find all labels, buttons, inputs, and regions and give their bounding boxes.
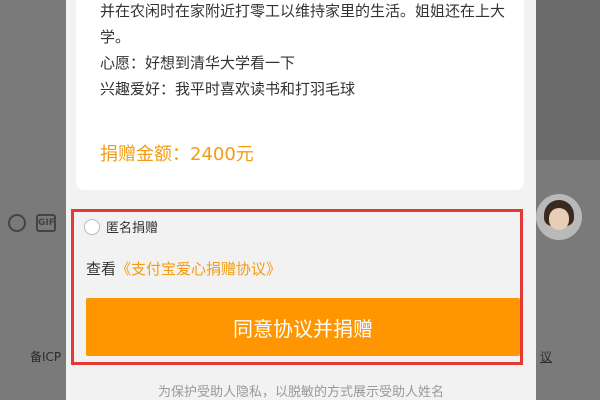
background-footer-right: 议 [540,350,553,364]
agreement-prefix: 查看 [86,260,117,278]
story-line: 并在农闲时在家附近打零工以维持家里的生活。姐姐还在上大 [100,2,506,20]
avatar-face [549,208,569,230]
background-footer-left: 备ICP [30,350,62,364]
story-line: 学。 [100,28,131,46]
agree-and-donate-button[interactable]: 同意协议并捐赠 [86,298,520,356]
donation-amount: 捐赠金额：2400元 [100,144,254,165]
donation-action-box: 匿名捐赠 查看《支付宝爱心捐赠协议》 同意协议并捐赠 [71,209,523,365]
anonymous-label: 匿名捐赠 [106,221,159,236]
background-photo [535,0,600,160]
recipient-story: 并在农闲时在家附近打零工以维持家里的生活。姐姐还在上大 学。 心愿：好想到清华大… [100,0,520,102]
donation-modal: 并在农闲时在家附近打零工以维持家里的生活。姐姐还在上大 学。 心愿：好想到清华大… [66,0,536,400]
anonymous-radio[interactable] [84,218,100,235]
avatar [536,194,582,240]
wish-line: 心愿：好想到清华大学看一下 [100,54,296,72]
agreement-row: 查看《支付宝爱心捐赠协议》 [86,258,281,279]
recipient-info-card: 并在农闲时在家附近打零工以维持家里的生活。姐姐还在上大 学。 心愿：好想到清华大… [76,0,524,190]
privacy-note: 为保护受助人隐私，以脱敏的方式展示受助人姓名 [157,385,444,400]
emoji-icon [8,214,26,232]
anonymous-donation-option[interactable]: 匿名捐赠 [84,217,158,236]
gif-icon: GIF [36,214,56,232]
agreement-link[interactable]: 《支付宝爱心捐赠协议》 [116,260,281,278]
hobby-line: 兴趣爱好：我平时喜欢读书和打羽毛球 [100,80,356,98]
background-toolbar: GIF [8,214,56,232]
